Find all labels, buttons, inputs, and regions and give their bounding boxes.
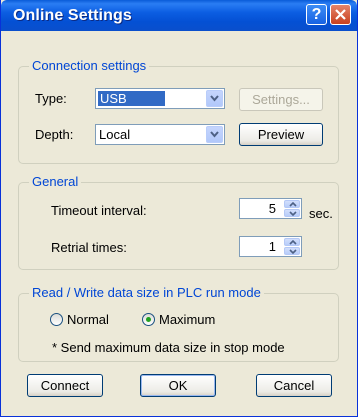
retrial-value: 1 [268,239,276,254]
ok-button[interactable]: OK [140,374,216,397]
chevron-down-icon [210,131,219,138]
retrial-label: Retrial times: [51,240,127,255]
help-icon: ? [311,6,322,23]
close-button[interactable] [330,4,351,25]
close-icon [335,9,346,20]
timeout-down-button[interactable] [284,209,300,217]
type-select-value: USB [98,91,165,106]
timeout-value: 5 [268,201,276,216]
retrial-stepper[interactable]: 1 [239,236,302,257]
help-button[interactable]: ? [306,4,327,25]
radio-selected-dot [146,317,151,322]
stop-mode-note: * Send maximum data size in stop mode [52,340,285,355]
connect-button[interactable]: Connect [27,374,103,397]
retrial-up-button[interactable] [284,238,300,246]
chevron-down-icon [289,211,297,216]
depth-select-value: Local [99,127,131,142]
timeout-up-button[interactable] [284,200,300,208]
depth-select[interactable]: Local [95,124,225,145]
normal-radio[interactable] [50,313,63,326]
online-settings-dialog: Online Settings ? Connection settings Ty… [0,0,358,417]
connection-settings-legend: Connection settings [29,58,150,73]
readwrite-legend: Read / Write data size in PLC run mode [29,285,264,300]
timeout-unit: sec. [309,206,333,221]
settings-button[interactable]: Settings... [239,88,323,111]
type-label: Type: [35,91,67,106]
chevron-up-icon [289,240,297,245]
connection-settings-group: Connection settings [18,58,339,164]
cancel-button[interactable]: Cancel [256,374,332,397]
preview-button[interactable]: Preview [239,123,323,146]
retrial-down-button[interactable] [284,247,300,255]
depth-select-dropdown[interactable] [206,126,223,143]
depth-label: Depth: [35,127,74,142]
maximum-radio-label[interactable]: Maximum [159,312,215,327]
timeout-stepper[interactable]: 5 [239,198,302,219]
title-bar[interactable]: Online Settings ? [1,0,357,31]
maximum-radio[interactable] [142,313,155,326]
normal-radio-label[interactable]: Normal [67,312,109,327]
chevron-up-icon [289,202,297,207]
chevron-down-icon [210,95,219,102]
timeout-label: Timeout interval: [51,203,147,218]
window-title: Online Settings [13,7,132,24]
general-legend: General [29,174,82,189]
type-select[interactable]: USB [95,88,225,109]
type-select-dropdown[interactable] [206,90,223,107]
chevron-down-icon [289,249,297,254]
